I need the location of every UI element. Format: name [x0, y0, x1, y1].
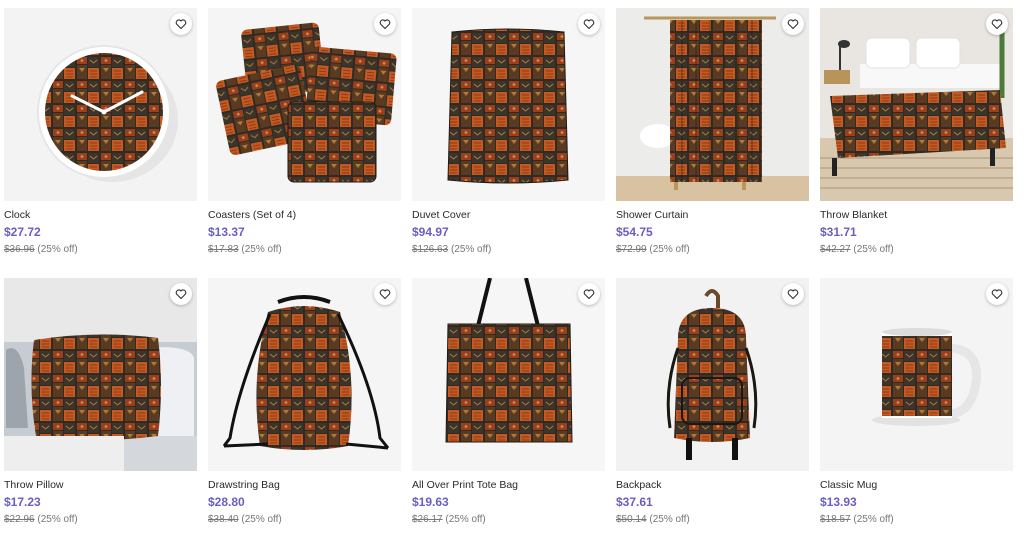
product-card-clock[interactable]: Clock $27.72 $36.96 (25% off) [4, 8, 197, 278]
heart-icon [991, 19, 1003, 30]
product-title[interactable]: Throw Blanket [820, 209, 1013, 222]
original-price: $72.99 [616, 244, 647, 255]
product-image-coasters[interactable] [208, 8, 401, 201]
original-price: $42.27 [820, 244, 851, 255]
product-image-shower-curtain[interactable] [616, 8, 809, 201]
discount-label: (25% off) [241, 514, 282, 525]
original-price: $38.40 [208, 514, 239, 525]
heart-icon [379, 289, 391, 300]
original-price: $22.96 [4, 514, 35, 525]
product-image-classic-mug[interactable] [820, 278, 1013, 471]
discount-label: (25% off) [450, 244, 492, 255]
original-price-row: $36.96 (25% off) [4, 244, 197, 256]
heart-icon [175, 289, 187, 300]
discount-label: (25% off) [445, 514, 486, 525]
product-title[interactable]: Coasters (Set of 4) [208, 209, 401, 222]
product-image-clock[interactable] [4, 8, 197, 201]
product-price: $13.93 [820, 495, 857, 509]
original-price-row: $126.63 (25% off) [412, 244, 605, 256]
original-price-row: $17.83 (25% off) [208, 244, 401, 256]
discount-label: (25% off) [649, 514, 690, 525]
favorite-button[interactable] [986, 13, 1008, 35]
product-price: $54.75 [616, 225, 653, 239]
product-card-tote-bag[interactable]: All Over Print Tote Bag $19.63 $26.17 (2… [412, 278, 605, 548]
original-price: $126.63 [412, 244, 449, 255]
discount-label: (25% off) [853, 514, 894, 525]
original-price: $18.57 [820, 514, 851, 525]
product-card-coasters[interactable]: Coasters (Set of 4) $13.37 $17.83 (25% o… [208, 8, 401, 278]
product-price: $13.37 [208, 225, 245, 239]
product-grid: Clock $27.72 $36.96 (25% off) Coasters (… [4, 8, 1013, 548]
product-title[interactable]: Throw Pillow [4, 479, 197, 492]
original-price: $50.14 [616, 514, 647, 525]
heart-icon [787, 289, 799, 300]
product-card-backpack[interactable]: Backpack $37.61 $50.14 (25% off) [616, 278, 809, 548]
product-price: $28.80 [208, 495, 245, 509]
heart-icon [787, 19, 799, 30]
discount-label: (25% off) [649, 244, 690, 255]
favorite-button[interactable] [170, 283, 192, 305]
discount-label: (25% off) [853, 244, 894, 255]
original-price-row: $50.14 (25% off) [616, 514, 809, 526]
heart-icon [175, 19, 187, 30]
product-title[interactable]: Classic Mug [820, 479, 1013, 492]
heart-icon [583, 19, 595, 30]
original-price-row: $72.99 (25% off) [616, 244, 809, 256]
original-price: $36.96 [4, 244, 35, 255]
product-title[interactable]: Drawstring Bag [208, 479, 401, 492]
product-title[interactable]: Shower Curtain [616, 209, 809, 222]
product-card-classic-mug[interactable]: Classic Mug $13.93 $18.57 (25% off) [820, 278, 1013, 548]
product-title[interactable]: Clock [4, 209, 197, 222]
favorite-button[interactable] [986, 283, 1008, 305]
product-card-throw-blanket[interactable]: Throw Blanket $31.71 $42.27 (25% off) [820, 8, 1013, 278]
product-image-duvet-cover[interactable] [412, 8, 605, 201]
favorite-button[interactable] [578, 13, 600, 35]
product-title[interactable]: Duvet Cover [412, 209, 605, 222]
product-price: $27.72 [4, 225, 41, 239]
heart-icon [379, 19, 391, 30]
product-card-throw-pillow[interactable]: Throw Pillow $17.23 $22.96 (25% off) [4, 278, 197, 548]
product-card-shower-curtain[interactable]: Shower Curtain $54.75 $72.99 (25% off) [616, 8, 809, 278]
favorite-button[interactable] [374, 283, 396, 305]
product-image-throw-pillow[interactable] [4, 278, 197, 471]
product-title[interactable]: Backpack [616, 479, 809, 492]
original-price: $26.17 [412, 514, 443, 525]
product-price: $17.23 [4, 495, 41, 509]
product-price: $94.97 [412, 225, 449, 239]
original-price: $17.83 [208, 244, 239, 255]
heart-icon [583, 289, 595, 300]
heart-icon [991, 289, 1003, 300]
product-image-throw-blanket[interactable] [820, 8, 1013, 201]
product-price: $37.61 [616, 495, 653, 509]
favorite-button[interactable] [578, 283, 600, 305]
product-image-tote-bag[interactable] [412, 278, 605, 471]
product-card-duvet-cover[interactable]: Duvet Cover $94.97 $126.63 (25% off) [412, 8, 605, 278]
product-price: $31.71 [820, 225, 857, 239]
product-card-drawstring-bag[interactable]: Drawstring Bag $28.80 $38.40 (25% off) [208, 278, 401, 548]
original-price-row: $26.17 (25% off) [412, 514, 605, 526]
original-price-row: $18.57 (25% off) [820, 514, 1013, 526]
original-price-row: $42.27 (25% off) [820, 244, 1013, 256]
product-image-backpack[interactable] [616, 278, 809, 471]
discount-label: (25% off) [37, 514, 78, 525]
original-price-row: $22.96 (25% off) [4, 514, 197, 526]
product-image-drawstring-bag[interactable] [208, 278, 401, 471]
favorite-button[interactable] [782, 13, 804, 35]
original-price-row: $38.40 (25% off) [208, 514, 401, 526]
product-title[interactable]: All Over Print Tote Bag [412, 479, 605, 492]
discount-label: (25% off) [37, 244, 78, 255]
discount-label: (25% off) [241, 244, 282, 255]
favorite-button[interactable] [170, 13, 192, 35]
product-price: $19.63 [412, 495, 449, 509]
favorite-button[interactable] [374, 13, 396, 35]
favorite-button[interactable] [782, 283, 804, 305]
